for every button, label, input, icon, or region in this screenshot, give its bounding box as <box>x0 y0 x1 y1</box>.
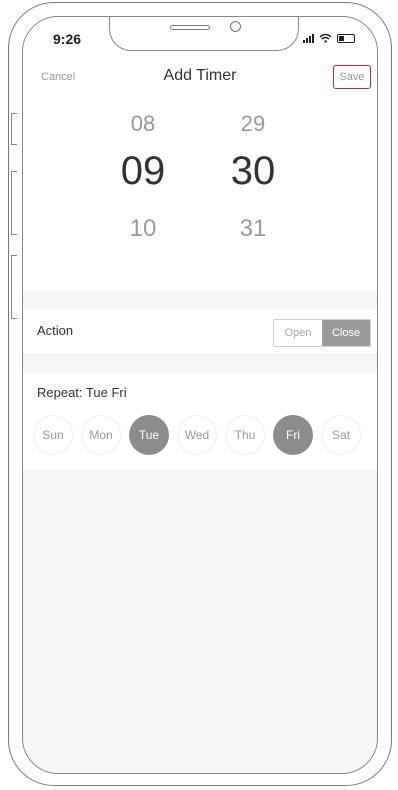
day-fri[interactable]: Fri <box>273 415 313 455</box>
page-title: Add Timer <box>163 67 237 84</box>
signal-icon <box>303 33 314 43</box>
minute-next[interactable]: 31 <box>213 215 293 243</box>
notch <box>109 17 299 51</box>
action-open-option[interactable]: Open <box>274 320 322 346</box>
nav-bar: Cancel Add Timer Save <box>23 57 377 101</box>
side-button <box>11 113 17 145</box>
action-row: Action Open Close <box>23 309 377 353</box>
day-sun[interactable]: Sun <box>33 415 73 455</box>
day-selector: Sun Mon Tue Wed Thu Fri Sat <box>33 415 373 455</box>
day-wed[interactable]: Wed <box>177 415 217 455</box>
hour-next[interactable]: 10 <box>103 215 183 243</box>
action-close-option[interactable]: Close <box>322 320 370 346</box>
hour-selected[interactable]: 09 <box>103 149 183 194</box>
camera <box>230 21 241 32</box>
hour-prev[interactable]: 08 <box>103 111 183 137</box>
time-picker[interactable]: 08 09 10 29 30 31 <box>23 101 377 291</box>
day-mon[interactable]: Mon <box>81 415 121 455</box>
repeat-label: Repeat: Tue Fri <box>37 385 127 400</box>
screen: 9:26 Cancel Add Timer Save 08 09 10 29 3… <box>22 16 378 774</box>
repeat-section: Repeat: Tue Fri Sun Mon Tue Wed Thu Fri … <box>23 373 377 469</box>
action-label: Action <box>37 323 74 338</box>
status-time: 9:26 <box>53 31 82 47</box>
wifi-icon <box>319 33 332 43</box>
side-button <box>11 171 17 235</box>
battery-icon <box>337 33 355 43</box>
day-tue[interactable]: Tue <box>129 415 169 455</box>
minute-prev[interactable]: 29 <box>213 111 293 137</box>
minute-selected[interactable]: 30 <box>213 149 293 194</box>
action-toggle[interactable]: Open Close <box>273 319 371 347</box>
speaker <box>170 25 210 30</box>
day-thu[interactable]: Thu <box>225 415 265 455</box>
status-icons <box>303 33 355 43</box>
save-button[interactable]: Save <box>333 65 371 89</box>
day-sat[interactable]: Sat <box>321 415 361 455</box>
side-button <box>11 255 17 319</box>
